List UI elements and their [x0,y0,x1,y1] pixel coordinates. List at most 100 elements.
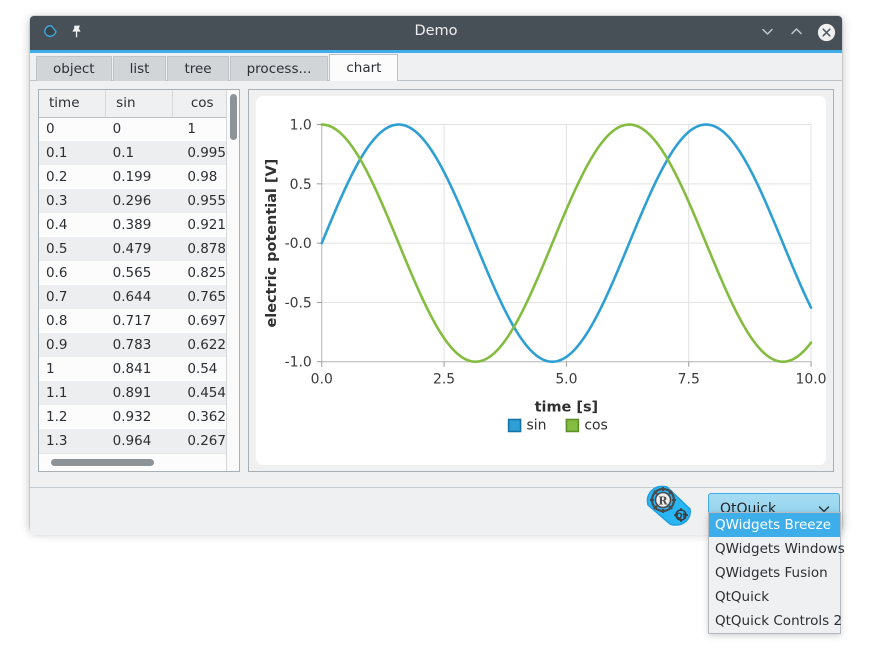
style-dropdown-menu[interactable]: QWidgets Breeze QWidgets Windows QWidgets … [708,512,845,634]
table-cell-sin[interactable]: 0.565 [105,261,173,285]
table-cell-time[interactable]: 0.2 [39,165,106,189]
table-cell-time[interactable]: 0.9 [39,333,106,357]
legend-swatch-sin [507,418,522,433]
table-row[interactable]: 1 0.841 0.54 [39,357,239,381]
table-row[interactable]: 1.2 0.932 0.362 [39,405,239,429]
table-row[interactable]: 001 [39,117,239,141]
table-cell-time[interactable]: 1.1 [39,381,106,405]
table-header: time sin cos [39,90,239,118]
table-cell-time[interactable]: 1 [39,357,106,381]
dropdown-item[interactable]: QtQuick [709,585,840,609]
dropdown-item[interactable]: QWidgets Fusion [709,561,840,585]
table-cell-time[interactable]: 0.7 [39,285,106,309]
table-body: 0 0 1 0.1 0.1 0.995 0.2 0.199 0.98 0.3 0.296 0.955 0… [39,117,239,453]
y-axis-label: electric potential [V] [264,159,280,328]
table-cell-sin[interactable]: 0.199 [105,165,173,189]
y-tick-label: -0.5 [285,295,312,311]
title-bar[interactable]: Demo [30,16,842,53]
window-controls [759,16,836,47]
table-cell-time[interactable]: 1.2 [39,405,106,429]
table-row[interactable]: 0.9 0.783 0.622 [39,333,239,357]
table-cell-time[interactable]: 0.5 [39,237,106,261]
table-cell-time[interactable]: 0 [39,117,106,141]
pin-icon[interactable] [69,24,84,43]
table-header-row: time sin cos [39,90,239,118]
y-tick-label: -1.0 [285,355,312,371]
table-vertical-scrollbar[interactable] [226,90,239,471]
table-cell-time[interactable]: 0.8 [39,309,106,333]
table-row[interactable]: 1.1 0.891 0.454 [39,381,239,405]
table-cell-sin[interactable]: 0.964 [105,429,173,453]
rust-qt-logo-icon: R Qt [642,483,698,529]
table-cell-sin[interactable]: 0.717 [105,309,173,333]
table-cell-time[interactable]: 0.3 [39,189,106,213]
chart-card: 1.0 0.5 -0.0 -0.5 -1.0 0.0 2.5 5.0 7.5 10.0 time [… [256,96,826,465]
chart-panel: 1.0 0.5 -0.0 -0.5 -1.0 0.0 2.5 5.0 7.5 10.0 time [… [248,89,834,472]
svg-text:Qt: Qt [676,512,687,521]
table-cell-sin[interactable]: 0.932 [105,405,173,429]
x-tick-label: 10.0 [796,372,826,388]
table-cell-sin[interactable]: 0.783 [105,333,173,357]
tab-chart[interactable]: chart [329,54,399,81]
x-tick-label: 7.5 [678,372,700,388]
dropdown-item[interactable]: QWidgets Breeze [709,513,840,537]
table-cell-sin[interactable]: 0.644 [105,285,173,309]
table-horizontal-scroll-thumb[interactable] [51,459,154,466]
table-row[interactable]: 0.4 0.389 0.921 [39,213,239,237]
window-title: Demo [414,23,458,39]
table-horizontal-scrollbar[interactable] [39,453,226,471]
tab-process[interactable]: process... [229,56,329,81]
table-row[interactable]: 1.3 0.964 0.267 [39,429,239,453]
qt-logo-icon [41,22,60,45]
dropdown-item[interactable]: QtQuick Controls 2 [709,609,842,633]
tab-content-chart: time sin cos 0 0 1 0.1 0.1 0.995 0.2 0.199 0.98 0… [30,81,842,487]
maximize-button[interactable] [788,23,805,40]
table-row[interactable]: 0.7 0.644 0.765 [39,285,239,309]
chart-canvas: 1.0 0.5 -0.0 -0.5 -1.00.0 2.5 5.0 7.5 10.0 time [… [264,118,826,434]
tab-list[interactable]: list [112,56,167,81]
legend-label-sin: sin [527,417,547,433]
table-cell-sin[interactable]: 0 [105,117,173,141]
data-table[interactable]: time sin cos 0 0 1 0.1 0.1 0.995 0.2 0.199 0.98 0… [38,89,240,472]
legend-label-cos: cos [584,417,607,433]
y-tick-label: 0.5 [290,177,312,193]
x-tick-label: 2.5 [433,372,455,388]
table-element: time sin cos 0 0 1 0.1 0.1 0.995 0.2 0.199 0.98 0… [39,90,239,453]
table-row[interactable]: 0.3 0.296 0.955 [39,189,239,213]
legend-swatch-cos [565,418,580,433]
column-header-time[interactable]: time [39,90,107,118]
table-cell-sin[interactable]: 0.1 [105,141,173,165]
table-cell-time[interactable]: 0.6 [39,261,106,285]
table-row[interactable]: 0.5 0.479 0.878 [39,237,239,261]
screen: Demo object list tree process... chart t… [0,0,873,661]
x-axis-label: time [s] [535,400,599,416]
table-cell-sin[interactable]: 0.389 [105,213,173,237]
minimize-button[interactable] [759,23,776,40]
table-cell-sin[interactable]: 0.841 [105,357,173,381]
close-button[interactable] [817,23,836,42]
y-tick-label: -0.0 [285,236,312,252]
table-row[interactable]: 0.6 0.565 0.825 [39,261,239,285]
table-cell-time[interactable]: 1.3 [39,429,106,453]
chart-legend: sin cos [507,417,608,433]
table-cell-time[interactable]: 0.1 [39,141,106,165]
table-cell-sin[interactable]: 0.479 [105,237,173,261]
svg-text:R: R [658,495,668,508]
table-vertical-scroll-thumb[interactable] [230,94,237,140]
table-row[interactable]: 0.2 0.199 0.98 [39,165,239,189]
dropdown-item[interactable]: QWidgets Windows [709,537,845,561]
app-window: Demo object list tree process... chart t… [30,16,842,535]
y-tick-label: 1.0 [290,118,312,134]
x-tick-label: 5.0 [555,372,577,388]
title-bar-left-icons [30,22,84,45]
x-tick-label: 0.0 [311,372,333,388]
table-row[interactable]: 0.8 0.717 0.697 [39,309,239,333]
tab-tree[interactable]: tree [167,56,229,81]
table-row[interactable]: 0.1 0.1 0.995 [39,141,239,165]
tab-object[interactable]: object [36,56,112,81]
column-header-sin[interactable]: sin [105,90,173,118]
table-cell-sin[interactable]: 0.891 [105,381,173,405]
table-cell-sin[interactable]: 0.296 [105,189,173,213]
tab-bar[interactable]: object list tree process... chart [30,53,842,81]
table-cell-time[interactable]: 0.4 [39,213,106,237]
